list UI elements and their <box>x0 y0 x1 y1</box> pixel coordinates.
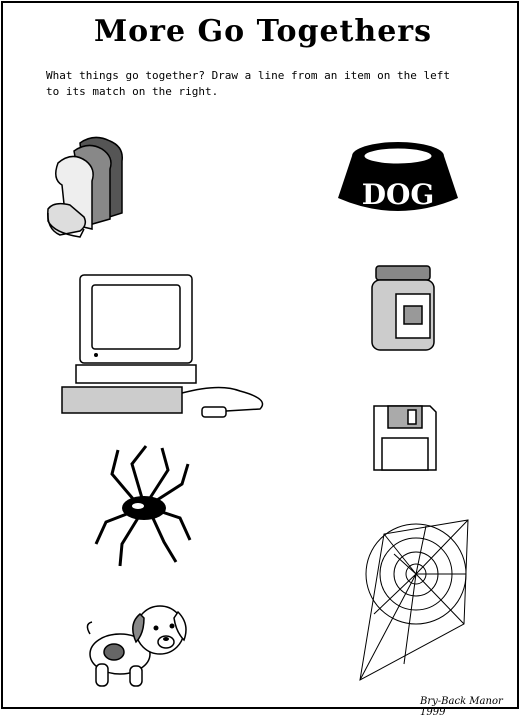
jar-icon <box>371 265 435 351</box>
dog-bowl-icon: DOG <box>338 142 458 211</box>
computer-icon <box>61 274 264 418</box>
worksheet-page: More Go Togethers What things go togethe… <box>0 0 526 715</box>
floppy-disk-icon <box>373 405 437 471</box>
instructions: What things go together? Draw a line fro… <box>46 69 450 98</box>
puppy-icon <box>86 605 187 687</box>
bread-icon <box>47 136 123 238</box>
bowl-label: DOG <box>362 178 435 211</box>
page-title: More Go Togethers <box>93 14 433 49</box>
credit-text: Bry-Back Manor 1999 <box>420 696 503 715</box>
spider-web-icon <box>359 519 469 681</box>
spider-icon <box>94 445 192 567</box>
